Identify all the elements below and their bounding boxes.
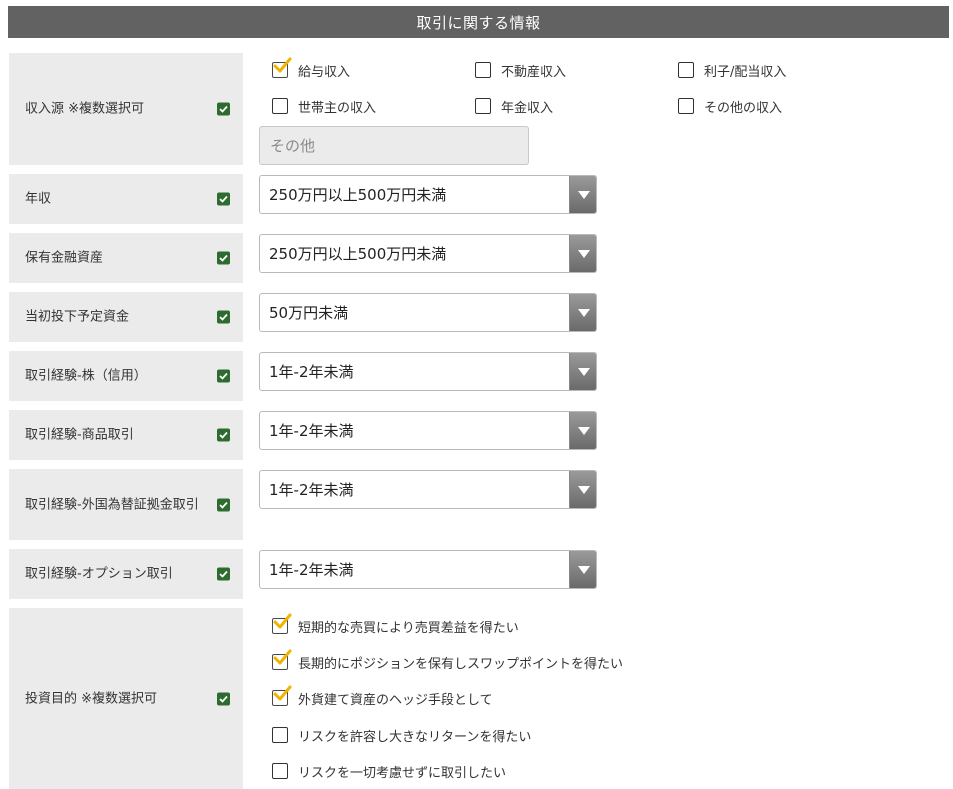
option-label: その他の収入 — [704, 100, 783, 116]
purpose-option-long-term[interactable]: 長期的にポジションを保有しスワップポイントを得たい — [272, 649, 624, 672]
annual-income-select[interactable]: 250万円以上500万円未満 — [259, 175, 597, 214]
checkbox-checked-icon[interactable] — [272, 685, 292, 706]
checkbox-icon[interactable] — [475, 62, 491, 78]
required-check-icon — [217, 310, 230, 324]
dropdown-arrow-icon[interactable] — [569, 353, 596, 390]
required-check-icon — [217, 192, 230, 206]
exp-commodity-label: 取引経験-商品取引 — [25, 427, 134, 443]
dropdown-arrow-icon[interactable] — [569, 294, 596, 331]
income-option-other[interactable]: その他の収入 — [678, 96, 782, 116]
exp-forex-label-cell: 取引経験-外国為替証拠金取引 — [9, 469, 243, 540]
checkbox-checked-icon[interactable] — [272, 649, 292, 670]
checkbox-icon[interactable] — [678, 98, 694, 114]
required-check-icon — [217, 102, 230, 116]
select-value: 1年-2年未満 — [269, 561, 354, 579]
option-label: リスクを一切考慮せずに取引したい — [298, 765, 507, 781]
checkbox-icon[interactable] — [475, 98, 491, 114]
option-label: 短期的な売買により売買差益を得たい — [298, 620, 519, 636]
income-source-label-cell: 収入源 ※複数選択可 — [9, 53, 243, 165]
option-label: 給与収入 — [298, 64, 351, 80]
other-income-placeholder: その他 — [270, 137, 316, 155]
option-label: 外貨建て資産のヘッジ手段として — [298, 692, 493, 708]
section-header: 取引に関する情報 — [8, 6, 949, 38]
section-title: 取引に関する情報 — [416, 13, 541, 32]
select-value: 1年-2年未満 — [269, 422, 354, 440]
required-check-icon — [217, 251, 230, 265]
financial-assets-select[interactable]: 250万円以上500万円未満 — [259, 234, 597, 273]
option-label: 年金収入 — [501, 100, 554, 116]
purpose-option-no-risk-consideration[interactable]: リスクを一切考慮せずに取引したい — [272, 761, 506, 781]
option-label: リスクを許容し大きなリターンを得たい — [298, 729, 532, 745]
checkbox-checked-icon[interactable] — [272, 613, 292, 634]
financial-assets-label-cell: 保有金融資産 — [9, 233, 243, 283]
purpose-option-high-return[interactable]: リスクを許容し大きなリターンを得たい — [272, 725, 531, 745]
initial-investment-label-cell: 当初投下予定資金 — [9, 292, 243, 342]
exp-forex-label: 取引経験-外国為替証拠金取引 — [25, 497, 199, 512]
exp-stock-select[interactable]: 1年-2年未満 — [259, 352, 597, 391]
purpose-option-short-term[interactable]: 短期的な売買により売買差益を得たい — [272, 613, 519, 636]
annual-income-label-cell: 年収 — [9, 174, 243, 224]
purpose-label: 投資目的 ※複数選択可 — [25, 691, 158, 706]
exp-commodity-select[interactable]: 1年-2年未満 — [259, 411, 597, 450]
exp-option-label: 取引経験-オプション取引 — [25, 566, 173, 582]
required-check-icon — [217, 369, 230, 383]
select-value: 1年-2年未満 — [269, 363, 354, 381]
checkbox-icon[interactable] — [272, 98, 288, 114]
purpose-option-hedge[interactable]: 外貨建て資産のヘッジ手段として — [272, 685, 493, 708]
required-check-icon — [217, 428, 230, 442]
exp-commodity-label-cell: 取引経験-商品取引 — [9, 410, 243, 460]
financial-assets-label: 保有金融資産 — [25, 250, 104, 266]
checkbox-icon[interactable] — [272, 763, 288, 779]
income-option-salary[interactable]: 給与収入 — [272, 57, 351, 80]
dropdown-arrow-icon[interactable] — [569, 412, 596, 449]
annual-income-label: 年収 — [25, 191, 52, 207]
select-value: 1年-2年未満 — [269, 481, 354, 499]
select-value: 50万円未満 — [269, 304, 349, 322]
required-check-icon — [217, 567, 230, 581]
exp-forex-select[interactable]: 1年-2年未満 — [259, 470, 597, 509]
exp-option-select[interactable]: 1年-2年未満 — [259, 550, 597, 589]
exp-stock-label: 取引経験-株（信用） — [25, 368, 147, 384]
dropdown-arrow-icon[interactable] — [569, 235, 596, 272]
option-label: 不動産収入 — [501, 64, 567, 80]
exp-stock-label-cell: 取引経験-株（信用） — [9, 351, 243, 401]
dropdown-arrow-icon[interactable] — [569, 551, 596, 588]
income-option-pension[interactable]: 年金収入 — [475, 96, 553, 116]
purpose-label-cell: 投資目的 ※複数選択可 — [9, 608, 243, 789]
checkbox-icon[interactable] — [272, 727, 288, 743]
required-check-icon — [217, 692, 230, 705]
select-value: 250万円以上500万円未満 — [269, 186, 447, 204]
option-label: 長期的にポジションを保有しスワップポイントを得たい — [298, 656, 624, 672]
income-source-label: 収入源 ※複数選択可 — [25, 101, 145, 117]
initial-investment-select[interactable]: 50万円未満 — [259, 293, 597, 332]
checkbox-icon[interactable] — [678, 62, 694, 78]
dropdown-arrow-icon[interactable] — [569, 471, 596, 508]
income-option-real-estate[interactable]: 不動産収入 — [475, 60, 566, 80]
option-label: 利子/配当収入 — [704, 64, 787, 80]
income-option-household[interactable]: 世帯主の収入 — [272, 96, 376, 116]
checkbox-checked-icon[interactable] — [272, 57, 292, 78]
option-label: 世帯主の収入 — [298, 100, 377, 116]
other-income-input[interactable]: その他 — [259, 126, 529, 165]
select-value: 250万円以上500万円未満 — [269, 245, 447, 263]
dropdown-arrow-icon[interactable] — [569, 176, 596, 213]
income-option-interest[interactable]: 利子/配当収入 — [678, 60, 786, 80]
exp-option-label-cell: 取引経験-オプション取引 — [9, 549, 243, 599]
initial-investment-label: 当初投下予定資金 — [25, 309, 130, 325]
required-check-icon — [217, 498, 230, 511]
